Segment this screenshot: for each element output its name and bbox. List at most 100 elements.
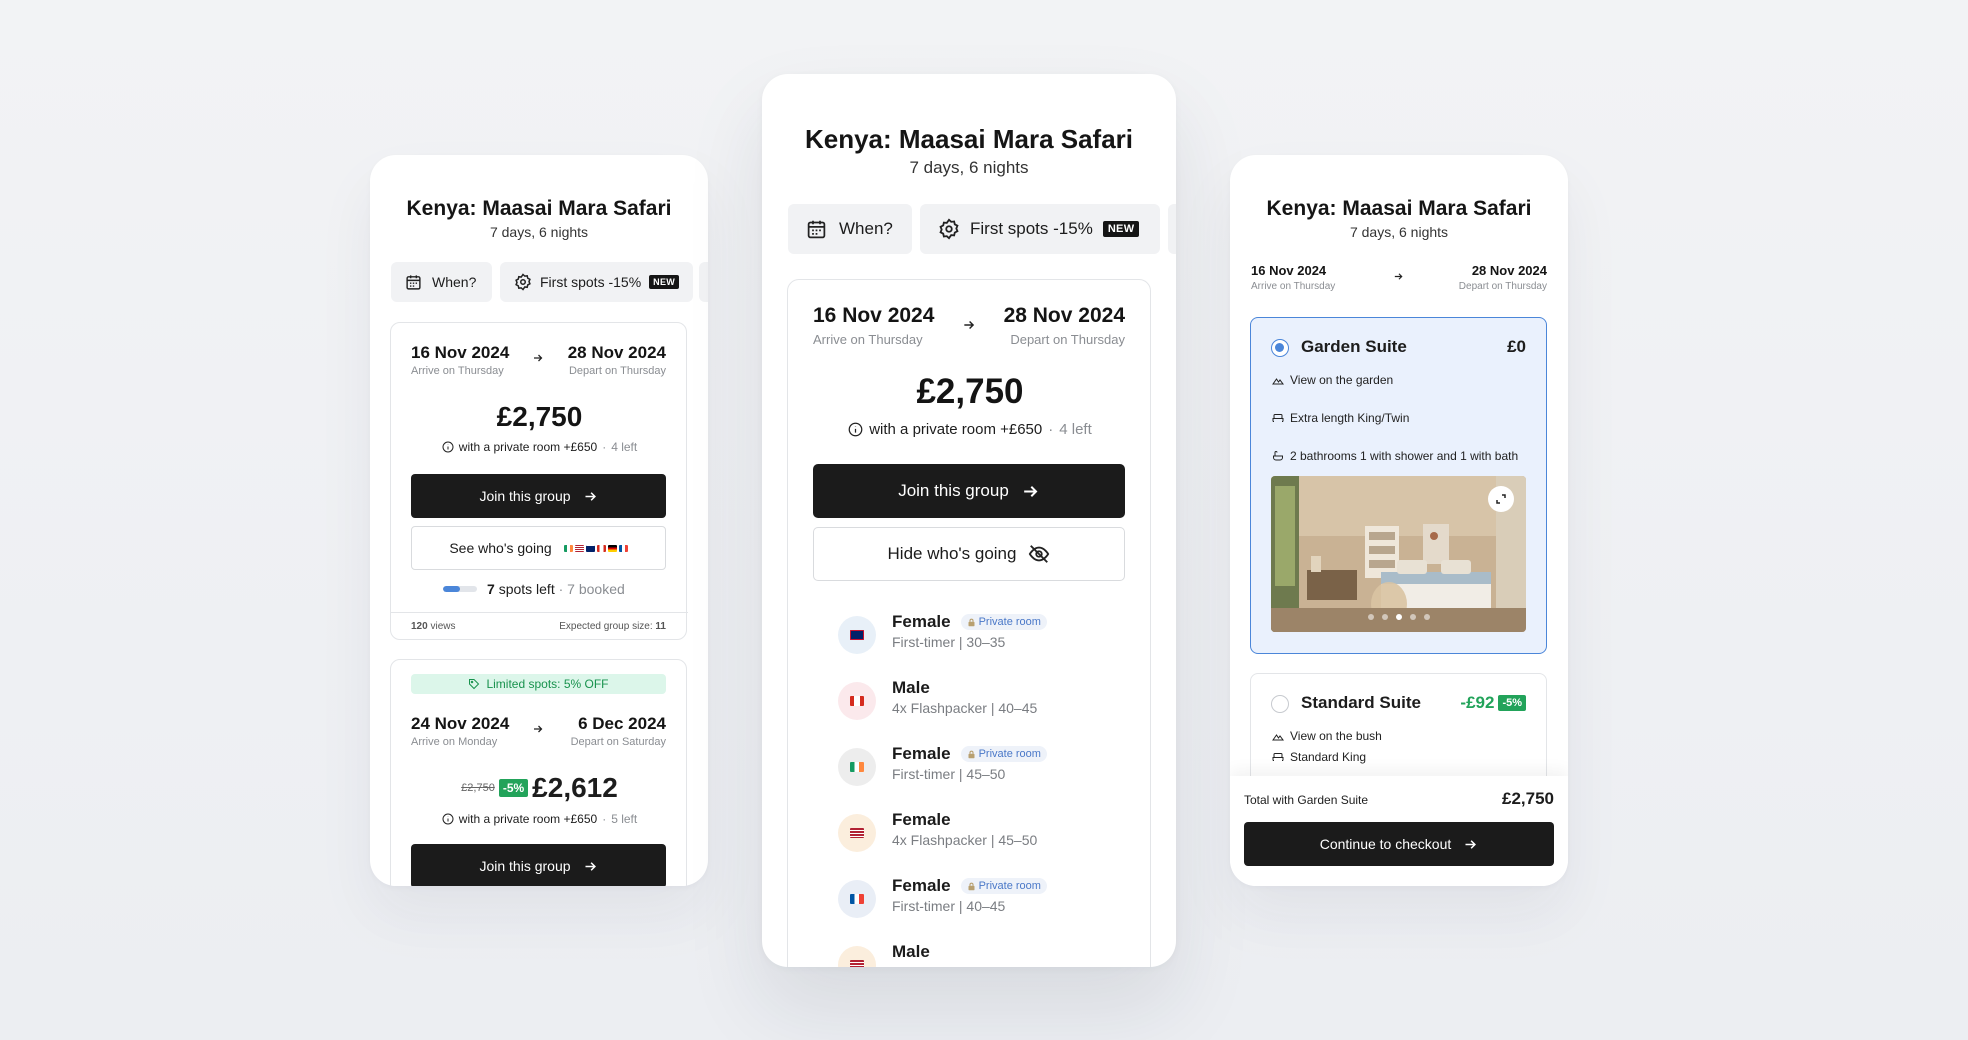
end-date-sub: Depart on Thursday: [1010, 332, 1125, 347]
eye-off-icon: [1029, 545, 1050, 563]
total-label: Total with Garden Suite: [1244, 793, 1369, 807]
flag-fr-icon: [618, 544, 628, 552]
trip-duration: 7 days, 6 nights: [1349, 224, 1449, 240]
first-spots-label: First spots -15%: [970, 219, 1093, 238]
price: £2,612: [532, 772, 618, 803]
traveler-description: First-timer | 45–50: [892, 766, 1006, 782]
traveler-avatar: [838, 682, 876, 720]
room-name: Standard Suite: [1301, 693, 1421, 712]
departure-card: 16 Nov 2024 Arrive on Thursday 28 Nov 20…: [390, 322, 688, 640]
flag-us-icon: [850, 828, 864, 838]
traveler-row: Female Private room First-timer | 40–45: [838, 876, 1168, 928]
room-feature-text: Standard King: [1290, 750, 1367, 764]
when-filter-label: When?: [839, 219, 893, 238]
spots-left-text: 5 left: [611, 812, 638, 826]
room-option-garden-suite[interactable]: Garden Suite £0 View on the garden Extra…: [1250, 317, 1547, 654]
trip-title: Kenya: Maasai Mara Safari: [1266, 197, 1532, 220]
spots-left-text: 4 left: [611, 440, 638, 454]
join-group-label: Join this group: [898, 481, 1009, 500]
see-whos-going-button[interactable]: See who's going: [411, 526, 666, 570]
carousel-dot[interactable]: [1409, 614, 1416, 620]
arrow-right-icon: [1394, 273, 1403, 280]
start-date: 16 Nov 2024: [1251, 263, 1327, 278]
traveler-gender: Male: [892, 678, 930, 697]
private-room-badge: Private room: [960, 614, 1047, 630]
trip-card-departures: Kenya: Maasai Mara Safari 7 days, 6 nigh…: [370, 155, 708, 886]
flag-ca-icon: [850, 696, 864, 706]
expected-number: 11: [655, 621, 666, 632]
more-filter-chip[interactable]: [699, 262, 708, 302]
booking-progress-bar: [443, 586, 477, 592]
arrow-right-icon: [964, 320, 975, 330]
calendar-icon: [406, 274, 421, 290]
checkout-footer: Total with Garden Suite £2,750 Continue …: [1230, 776, 1568, 886]
traveler-name: Male: [892, 678, 930, 698]
room-radio[interactable]: [1271, 695, 1289, 713]
separator: ·: [602, 812, 607, 826]
room-feature-text: 2 bathrooms 1 with shower and 1 with bat…: [1290, 449, 1519, 463]
private-room-badge: Private room: [960, 878, 1047, 894]
bed-icon: [1272, 753, 1284, 761]
room-photo[interactable]: [1271, 476, 1526, 632]
traveler-gender: Male: [892, 942, 930, 961]
room-name: Garden Suite: [1301, 337, 1407, 356]
separator: ·: [558, 581, 564, 597]
trip-duration: 7 days, 6 nights: [909, 158, 1029, 177]
traveler-row: Male 4x Flashpacker | 40–45: [838, 678, 1168, 730]
expand-photo-button[interactable]: [1488, 486, 1514, 512]
flag-us-icon: [850, 960, 864, 967]
hide-whos-going-button[interactable]: Hide who's going: [813, 527, 1125, 581]
photo-carousel-dots[interactable]: [1271, 614, 1526, 620]
views-count: 120 views: [411, 621, 455, 632]
new-badge: NEW: [1102, 221, 1140, 237]
traveler-name: Male: [892, 942, 930, 962]
spots-left-count: 7: [487, 581, 495, 597]
end-date-sub: Depart on Thursday: [1458, 281, 1547, 292]
when-filter-chip[interactable]: When?: [391, 262, 492, 302]
carousel-dot[interactable]: [1381, 614, 1388, 620]
new-badge: NEW: [649, 275, 680, 289]
traveler-gender: Female: [892, 876, 951, 895]
traveler-name: Female Private room: [892, 876, 1047, 896]
trip-duration: 7 days, 6 nights: [489, 224, 589, 240]
end-date: 28 Nov 2024: [1471, 263, 1547, 278]
arrow-right-icon: [534, 354, 543, 362]
flag-fr-icon: [850, 894, 864, 904]
discounted-price-row: £2,750 -5% £2,612: [391, 772, 688, 804]
first-spots-filter-chip[interactable]: First spots -15% NEW: [920, 204, 1160, 254]
info-icon: [848, 422, 863, 437]
when-filter-chip[interactable]: When?: [788, 204, 912, 254]
start-date: 24 Nov 2024: [411, 714, 510, 733]
hide-whos-going-label: Hide who's going: [887, 544, 1017, 563]
continue-to-checkout-button[interactable]: Continue to checkout: [1244, 822, 1554, 866]
room-feature: View on the bush: [1272, 729, 1382, 743]
first-spots-filter-chip[interactable]: First spots -15% NEW: [500, 262, 693, 302]
private-room-badge-label: Private room: [978, 748, 1041, 760]
first-spots-label: First spots -15%: [540, 274, 642, 290]
flag-gb-icon: [850, 630, 864, 640]
traveler-name: Female: [892, 810, 951, 830]
private-room-badge-label: Private room: [978, 616, 1041, 628]
carousel-dot-active[interactable]: [1395, 614, 1402, 620]
join-group-button[interactable]: Join this group: [411, 474, 666, 518]
booked-count: 7 booked: [567, 581, 625, 597]
arrow-right-icon: [534, 725, 543, 733]
spots-summary: 7 spots left · 7 booked: [487, 581, 625, 597]
end-date: 6 Dec 2024: [578, 714, 666, 733]
carousel-dot[interactable]: [1423, 614, 1430, 620]
private-room-badge: Private room: [960, 746, 1047, 762]
private-room-text: with a private room +£650: [869, 421, 1043, 438]
spots-left-label: spots left: [498, 581, 555, 597]
arrow-right-icon: [585, 491, 596, 501]
more-filter-chip[interactable]: [1168, 204, 1176, 254]
see-whos-going-label: See who's going: [449, 540, 552, 556]
tag-icon: [469, 679, 480, 690]
carousel-dot[interactable]: [1367, 614, 1374, 620]
flag-ca-icon: [596, 544, 606, 552]
room-feature-text: View on the bush: [1290, 729, 1382, 743]
join-group-button[interactable]: Join this group: [411, 844, 666, 886]
separator: ·: [602, 440, 607, 454]
room-feature: Standard King: [1272, 750, 1366, 764]
room-radio-selected[interactable]: [1271, 339, 1289, 357]
join-group-button[interactable]: Join this group: [813, 464, 1125, 518]
